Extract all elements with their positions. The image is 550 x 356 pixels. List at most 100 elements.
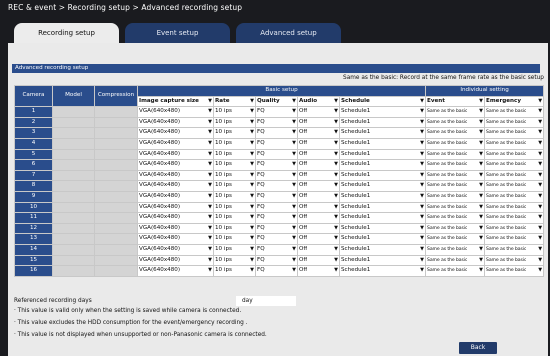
- image-size-select[interactable]: VGA(640x480) ▼: [137, 243, 214, 256]
- schedule-select[interactable]: Schedule1 ▼: [338, 180, 427, 192]
- quality-select[interactable]: FQ ▼: [255, 243, 298, 256]
- quality-select[interactable]: FQ ▼: [255, 106, 298, 118]
- emergency-select[interactable]: Same as the basic ▼: [484, 254, 545, 267]
- back-button[interactable]: Back: [459, 342, 497, 354]
- audio-select[interactable]: Off ▼: [297, 159, 340, 171]
- image-size-select[interactable]: VGA(640x480) ▼: [137, 148, 214, 161]
- image-size-select[interactable]: VGA(640x480) ▼: [137, 201, 214, 214]
- rate-select[interactable]: 10 ips ▼: [213, 201, 256, 214]
- emergency-select[interactable]: Same as the basic ▼: [484, 116, 545, 129]
- emergency-select[interactable]: Same as the basic ▼: [484, 148, 545, 161]
- audio-select[interactable]: Off ▼: [297, 116, 340, 129]
- emergency-select[interactable]: Same as the basic ▼: [484, 159, 545, 171]
- event-select[interactable]: Same as the basic ▼: [425, 201, 486, 214]
- event-select[interactable]: Same as the basic ▼: [425, 106, 486, 118]
- event-select[interactable]: Same as the basic ▼: [425, 233, 486, 245]
- event-select[interactable]: Same as the basic ▼: [425, 137, 486, 150]
- tab-recording-setup[interactable]: Recording setup: [14, 23, 119, 43]
- emergency-select[interactable]: Same as the basic ▼: [484, 169, 545, 182]
- quality-all-select[interactable]: Quality ▼: [255, 95, 298, 108]
- audio-select[interactable]: Off ▼: [297, 254, 340, 267]
- audio-select[interactable]: Off ▼: [297, 243, 340, 256]
- emergency-select[interactable]: Same as the basic ▼: [484, 222, 545, 235]
- quality-select[interactable]: FQ ▼: [255, 222, 298, 235]
- emergency-select[interactable]: Same as the basic ▼: [484, 265, 545, 277]
- schedule-select[interactable]: Schedule1 ▼: [338, 243, 427, 256]
- rate-select[interactable]: 10 ips ▼: [213, 116, 256, 129]
- event-select[interactable]: Same as the basic ▼: [425, 127, 486, 139]
- rate-select[interactable]: 10 ips ▼: [213, 190, 256, 203]
- emergency-select[interactable]: Same as the basic ▼: [484, 233, 545, 245]
- rate-select[interactable]: 10 ips ▼: [213, 106, 256, 118]
- audio-select[interactable]: Off ▼: [297, 201, 340, 214]
- audio-select[interactable]: Off ▼: [297, 222, 340, 235]
- schedule-select[interactable]: Schedule1 ▼: [338, 169, 427, 182]
- image-size-select[interactable]: VGA(640x480) ▼: [137, 222, 214, 235]
- emergency-select[interactable]: Same as the basic ▼: [484, 127, 545, 139]
- event-select[interactable]: Same as the basic ▼: [425, 243, 486, 256]
- image-size-select[interactable]: VGA(640x480) ▼: [137, 233, 214, 245]
- image-size-select[interactable]: VGA(640x480) ▼: [137, 180, 214, 192]
- image-size-select[interactable]: VGA(640x480) ▼: [137, 212, 214, 224]
- audio-select[interactable]: Off ▼: [297, 212, 340, 224]
- event-select[interactable]: Same as the basic ▼: [425, 265, 486, 277]
- image-size-select[interactable]: VGA(640x480) ▼: [137, 159, 214, 171]
- quality-select[interactable]: FQ ▼: [255, 254, 298, 267]
- audio-select[interactable]: Off ▼: [297, 127, 340, 139]
- rate-select[interactable]: 10 ips ▼: [213, 243, 256, 256]
- tab-event-setup[interactable]: Event setup: [125, 23, 230, 43]
- rate-select[interactable]: 10 ips ▼: [213, 127, 256, 139]
- image-size-select[interactable]: VGA(640x480) ▼: [137, 106, 214, 118]
- audio-select[interactable]: Off ▼: [297, 265, 340, 277]
- event-select[interactable]: Same as the basic ▼: [425, 190, 486, 203]
- schedule-select[interactable]: Schedule1 ▼: [338, 106, 427, 118]
- event-all-select[interactable]: Event ▼: [425, 95, 486, 108]
- event-select[interactable]: Same as the basic ▼: [425, 222, 486, 235]
- rate-select[interactable]: 10 ips ▼: [213, 137, 256, 150]
- schedule-select[interactable]: Schedule1 ▼: [338, 137, 427, 150]
- quality-select[interactable]: FQ ▼: [255, 127, 298, 139]
- rate-all-select[interactable]: Rate ▼: [213, 95, 256, 108]
- schedule-select[interactable]: Schedule1 ▼: [338, 127, 427, 139]
- audio-select[interactable]: Off ▼: [297, 148, 340, 161]
- image-size-select[interactable]: VGA(640x480) ▼: [137, 127, 214, 139]
- schedule-select[interactable]: Schedule1 ▼: [338, 116, 427, 129]
- schedule-select[interactable]: Schedule1 ▼: [338, 254, 427, 267]
- schedule-select[interactable]: Schedule1 ▼: [338, 233, 427, 245]
- image-size-select[interactable]: VGA(640x480) ▼: [137, 116, 214, 129]
- event-select[interactable]: Same as the basic ▼: [425, 212, 486, 224]
- quality-select[interactable]: FQ ▼: [255, 148, 298, 161]
- image-size-all-select[interactable]: Image capture size ▼: [137, 95, 214, 108]
- audio-select[interactable]: Off ▼: [297, 106, 340, 118]
- image-size-select[interactable]: VGA(640x480) ▼: [137, 137, 214, 150]
- schedule-select[interactable]: Schedule1 ▼: [338, 212, 427, 224]
- emergency-all-select[interactable]: Emergency ▼: [484, 95, 545, 108]
- rate-select[interactable]: 10 ips ▼: [213, 254, 256, 267]
- emergency-select[interactable]: Same as the basic ▼: [484, 106, 545, 118]
- rate-select[interactable]: 10 ips ▼: [213, 148, 256, 161]
- quality-select[interactable]: FQ ▼: [255, 233, 298, 245]
- emergency-select[interactable]: Same as the basic ▼: [484, 201, 545, 214]
- rate-select[interactable]: 10 ips ▼: [213, 233, 256, 245]
- schedule-select[interactable]: Schedule1 ▼: [338, 159, 427, 171]
- schedule-select[interactable]: Schedule1 ▼: [338, 148, 427, 161]
- rate-select[interactable]: 10 ips ▼: [213, 159, 256, 171]
- quality-select[interactable]: FQ ▼: [255, 137, 298, 150]
- rate-select[interactable]: 10 ips ▼: [213, 180, 256, 192]
- quality-select[interactable]: FQ ▼: [255, 116, 298, 129]
- schedule-select[interactable]: Schedule1 ▼: [338, 201, 427, 214]
- schedule-select[interactable]: Schedule1 ▼: [338, 222, 427, 235]
- quality-select[interactable]: FQ ▼: [255, 180, 298, 192]
- image-size-select[interactable]: VGA(640x480) ▼: [137, 265, 214, 277]
- rate-select[interactable]: 10 ips ▼: [213, 169, 256, 182]
- image-size-select[interactable]: VGA(640x480) ▼: [137, 169, 214, 182]
- event-select[interactable]: Same as the basic ▼: [425, 148, 486, 161]
- tab-advanced-setup[interactable]: Advanced setup: [236, 23, 341, 43]
- audio-select[interactable]: Off ▼: [297, 169, 340, 182]
- quality-select[interactable]: FQ ▼: [255, 169, 298, 182]
- emergency-select[interactable]: Same as the basic ▼: [484, 137, 545, 150]
- audio-select[interactable]: Off ▼: [297, 190, 340, 203]
- audio-select[interactable]: Off ▼: [297, 137, 340, 150]
- rate-select[interactable]: 10 ips ▼: [213, 212, 256, 224]
- emergency-select[interactable]: Same as the basic ▼: [484, 180, 545, 192]
